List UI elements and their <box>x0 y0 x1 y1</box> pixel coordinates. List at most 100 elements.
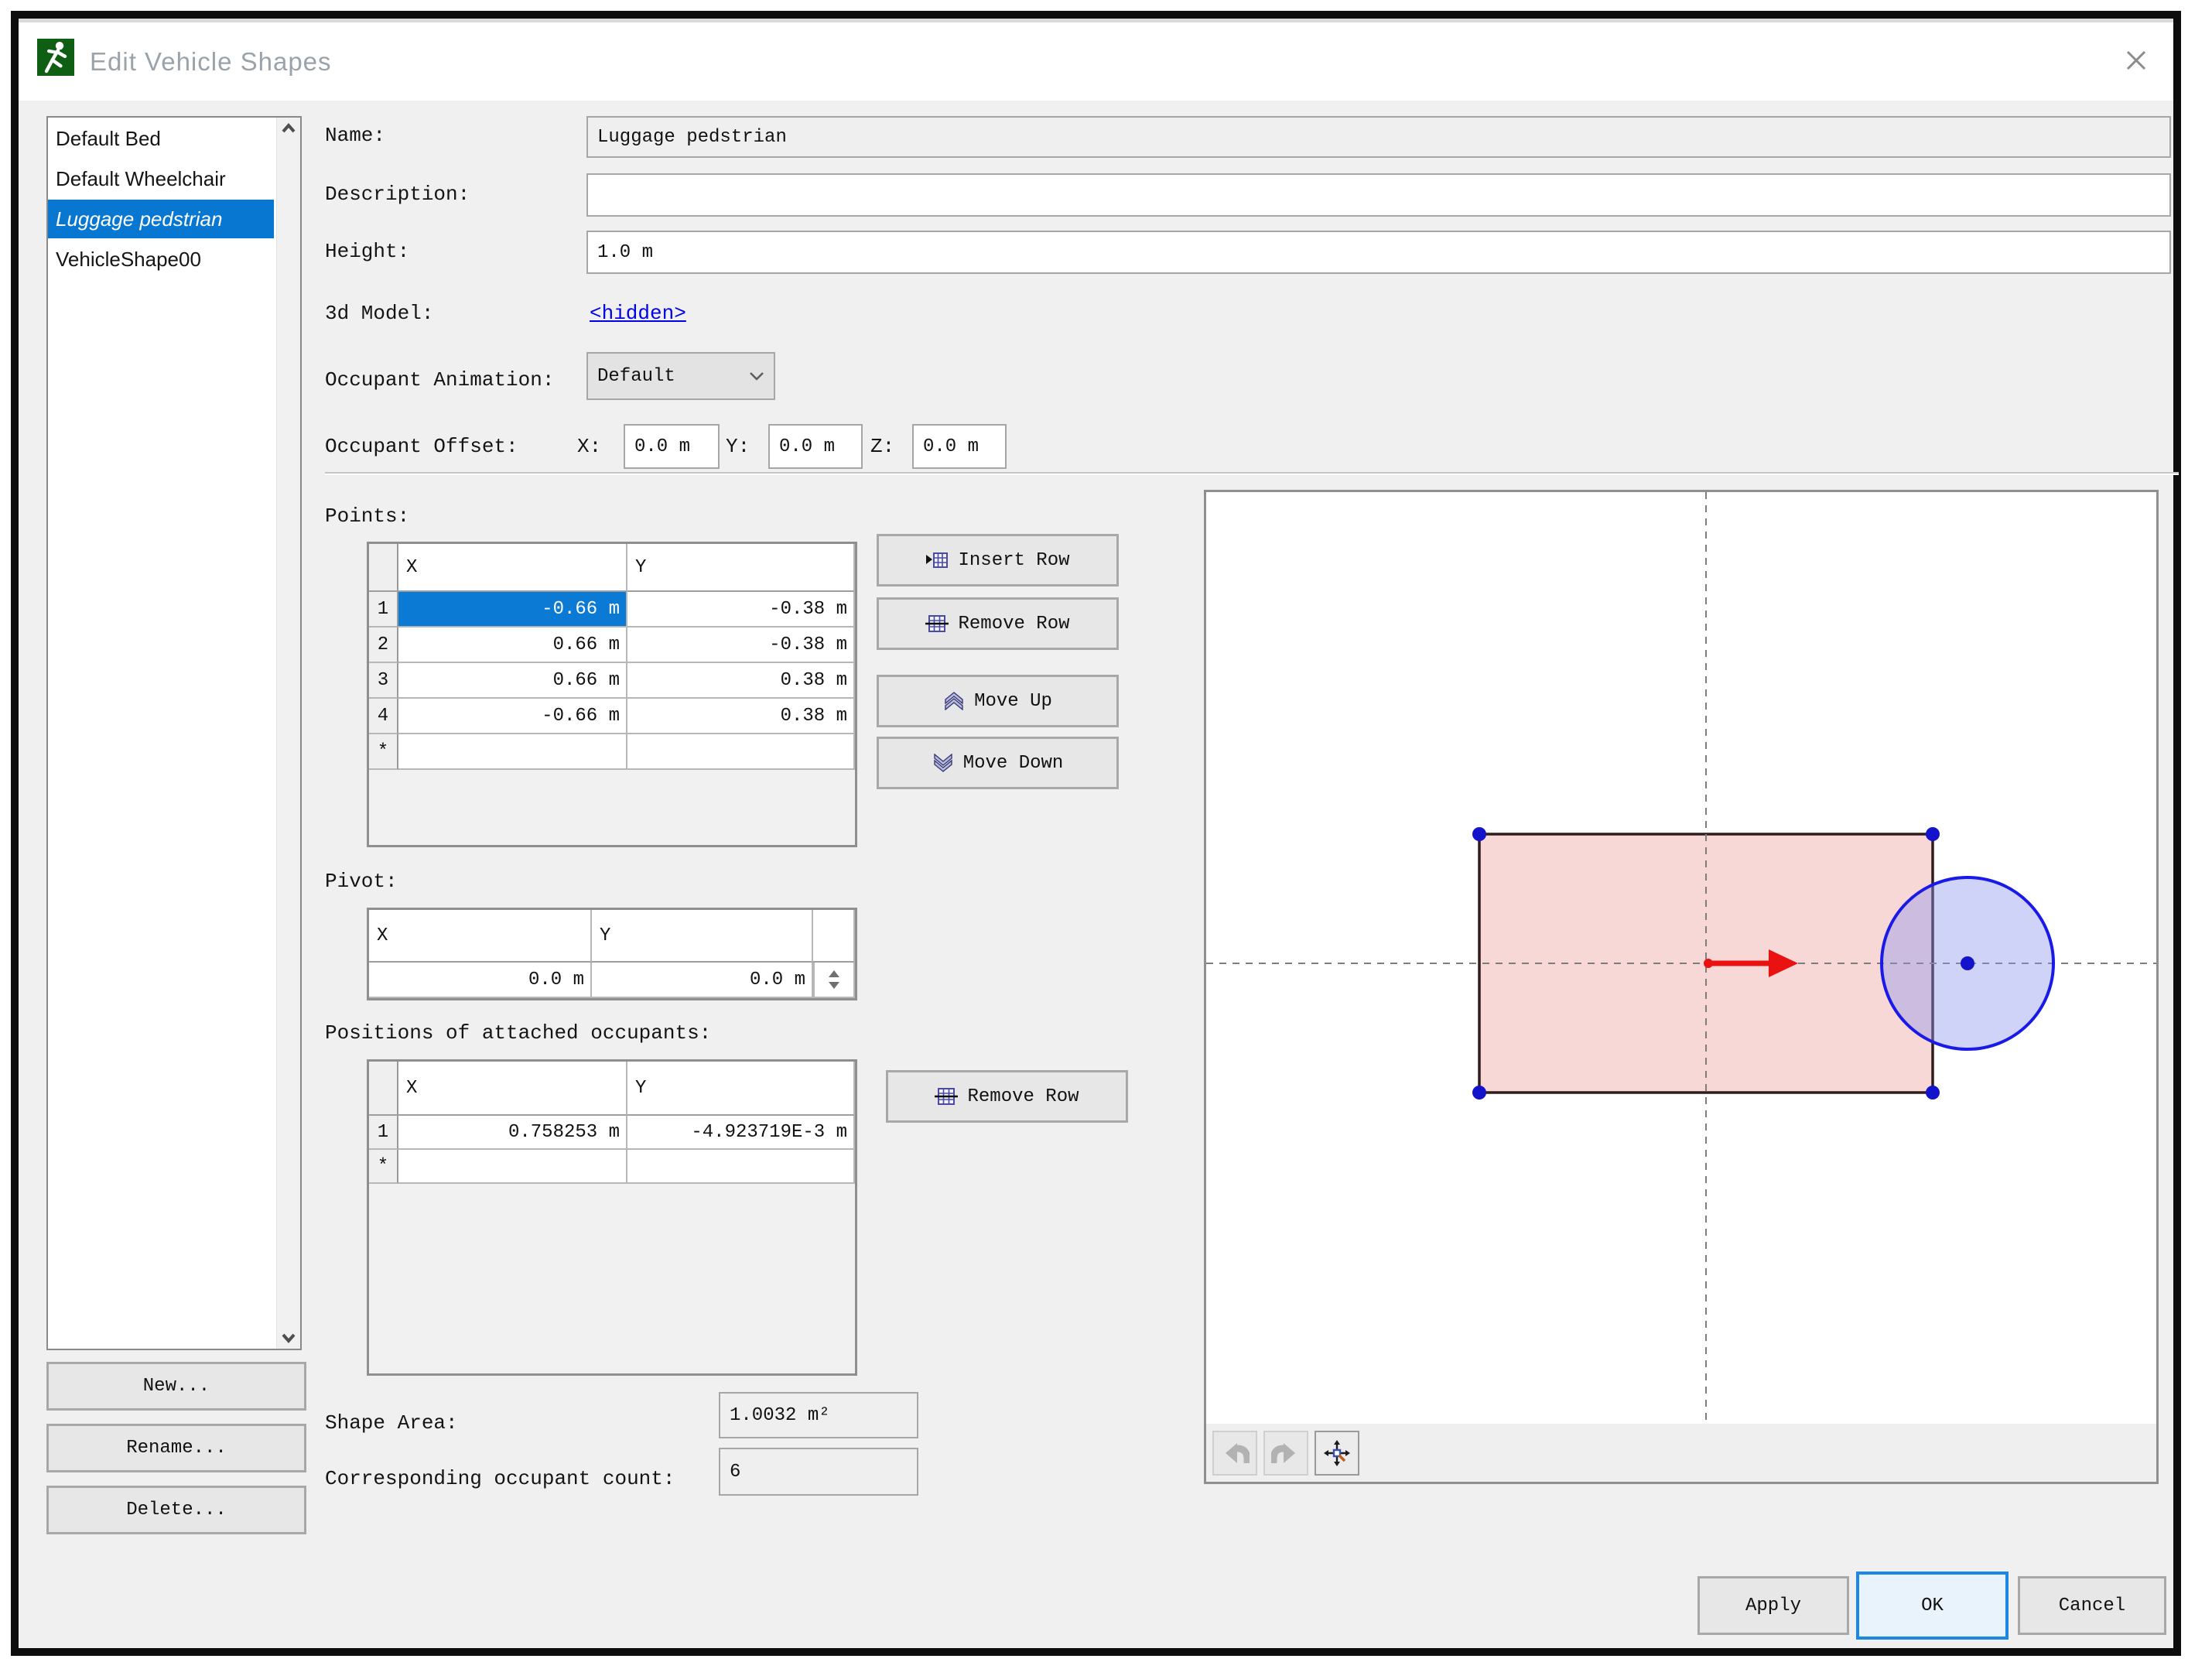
points-label: Points: <box>325 504 410 528</box>
positions-corner-header <box>369 1062 398 1116</box>
cancel-button[interactable]: Cancel <box>2018 1576 2166 1635</box>
points-row-header[interactable]: 4 <box>369 699 398 734</box>
vehicle-shape-list[interactable]: Default Bed Default Wheelchair Luggage p… <box>46 116 302 1350</box>
insert-row-button[interactable]: Insert Row <box>877 534 1119 587</box>
animation-dropdown[interactable]: Default <box>586 352 775 400</box>
shape-preview-canvas[interactable] <box>1206 492 2156 1424</box>
shape-preview-panel <box>1204 490 2159 1484</box>
offset-y-value: 0.0 m <box>779 436 836 457</box>
list-item-vehicleshape00[interactable]: VehicleShape00 <box>48 240 274 279</box>
apply-button[interactable]: Apply <box>1697 1576 1849 1635</box>
vertex-handle[interactable] <box>1926 827 1940 841</box>
pan-tool-icon <box>1324 1439 1350 1466</box>
positions-cell-y1[interactable]: -4.923719E-3 m <box>627 1116 855 1150</box>
ok-button[interactable]: OK <box>1856 1572 2009 1640</box>
positions-row-header[interactable]: 1 <box>369 1116 398 1150</box>
model-label: 3d Model: <box>325 302 434 325</box>
spinner-down-icon[interactable] <box>829 982 839 989</box>
shape-area-field: 1.0032 m² <box>719 1392 918 1438</box>
description-field[interactable] <box>586 173 2171 217</box>
undo-icon <box>1226 1442 1250 1463</box>
offset-x-field[interactable]: 0.0 m <box>624 424 720 469</box>
list-scrollbar[interactable] <box>276 118 300 1349</box>
model-hidden-link[interactable]: <hidden> <box>590 302 686 325</box>
remove-row-icon <box>935 1088 959 1105</box>
points-corner-header <box>369 544 398 592</box>
spinner-up-icon[interactable] <box>829 970 839 977</box>
height-field[interactable]: 1.0 m <box>586 231 2171 274</box>
move-down-icon <box>933 754 952 772</box>
move-up-label: Move Up <box>974 690 1052 712</box>
scroll-down-icon[interactable] <box>280 1329 297 1346</box>
redo-button[interactable] <box>1263 1430 1308 1476</box>
list-item-default-bed[interactable]: Default Bed <box>48 119 274 158</box>
offset-label: Occupant Offset: <box>325 435 518 458</box>
offset-z-value: 0.0 m <box>923 436 980 457</box>
pan-tool-button[interactable] <box>1315 1430 1359 1476</box>
points-cell-x2[interactable]: 0.66 m <box>398 628 627 663</box>
positions-col-y: Y <box>627 1062 855 1116</box>
list-item-default-wheelchair[interactable]: Default Wheelchair <box>48 159 274 198</box>
list-item-luggage-pedstrian[interactable]: Luggage pedstrian <box>48 200 274 238</box>
remove-row-button[interactable]: Remove Row <box>877 597 1119 650</box>
height-value: 1.0 m <box>597 241 654 263</box>
points-table-filler <box>369 770 855 845</box>
undo-button[interactable] <box>1212 1430 1257 1476</box>
chevron-down-icon <box>750 372 764 381</box>
points-cell-y4[interactable]: 0.38 m <box>627 699 855 734</box>
pivot-y-cell[interactable]: 0.0 m <box>592 963 813 998</box>
points-row-header[interactable]: 3 <box>369 663 398 699</box>
vertex-handle[interactable] <box>1472 1086 1486 1100</box>
occupant-positions-table: X Y 1 0.758253 m -4.923719E-3 m * <box>367 1059 857 1376</box>
occupant-count-value: 6 <box>730 1461 741 1483</box>
animation-label: Occupant Animation: <box>325 368 555 392</box>
shape-area-label: Shape Area: <box>325 1411 458 1435</box>
remove-row-icon <box>925 615 949 632</box>
occupant-count-label: Corresponding occupant count: <box>325 1467 675 1490</box>
move-down-label: Move Down <box>962 752 1064 774</box>
offset-z-field[interactable]: 0.0 m <box>912 424 1007 469</box>
delete-button[interactable]: Delete... <box>46 1486 306 1534</box>
vertex-handle[interactable] <box>1926 1086 1940 1100</box>
move-down-button[interactable]: Move Down <box>877 737 1119 789</box>
new-button[interactable]: New... <box>46 1362 306 1411</box>
name-value: Luggage pedstrian <box>597 126 787 148</box>
occupant-count-field: 6 <box>719 1448 918 1496</box>
description-label: Description: <box>325 183 470 206</box>
points-new-row-header[interactable]: * <box>369 734 398 770</box>
pivot-label: Pivot: <box>325 870 398 893</box>
title-bar: Edit Vehicle Shapes <box>19 19 2173 101</box>
points-new-cell-y[interactable] <box>627 734 855 770</box>
window-title: Edit Vehicle Shapes <box>90 47 332 76</box>
points-row-header[interactable]: 1 <box>369 592 398 628</box>
section-divider <box>325 472 2179 475</box>
move-up-button[interactable]: Move Up <box>877 675 1119 727</box>
points-cell-x3[interactable]: 0.66 m <box>398 663 627 699</box>
remove-occupant-row-button[interactable]: Remove Row <box>886 1070 1128 1123</box>
points-cell-x1[interactable]: -0.66 m <box>398 592 627 628</box>
occupant-positions-label: Positions of attached occupants: <box>325 1021 712 1045</box>
vertex-handle[interactable] <box>1472 827 1486 841</box>
points-col-x: X <box>398 544 627 592</box>
points-cell-y2[interactable]: -0.38 m <box>627 628 855 663</box>
positions-new-cell-y[interactable] <box>627 1150 855 1184</box>
remove-occupant-row-label: Remove Row <box>967 1086 1079 1107</box>
pivot-spinner[interactable] <box>813 963 855 998</box>
positions-cell-x1[interactable]: 0.758253 m <box>398 1116 627 1150</box>
positions-new-cell-x[interactable] <box>398 1150 627 1184</box>
pivot-x-cell[interactable]: 0.0 m <box>369 963 592 998</box>
points-cell-y1[interactable]: -0.38 m <box>627 592 855 628</box>
points-cell-y3[interactable]: 0.38 m <box>627 663 855 699</box>
edit-vehicle-shapes-dialog: Edit Vehicle Shapes Default Bed Default … <box>11 11 2181 1656</box>
rename-button[interactable]: Rename... <box>46 1424 306 1472</box>
points-row-header[interactable]: 2 <box>369 628 398 663</box>
points-new-cell-x[interactable] <box>398 734 627 770</box>
occupant-center-handle[interactable] <box>1961 956 1974 970</box>
close-button[interactable] <box>2119 43 2153 77</box>
points-cell-x4[interactable]: -0.66 m <box>398 699 627 734</box>
redo-icon <box>1271 1442 1295 1463</box>
scroll-up-icon[interactable] <box>280 121 297 138</box>
offset-y-field[interactable]: 0.0 m <box>768 424 863 469</box>
canvas-toolbar <box>1206 1424 2156 1482</box>
positions-new-row-header[interactable]: * <box>369 1150 398 1184</box>
